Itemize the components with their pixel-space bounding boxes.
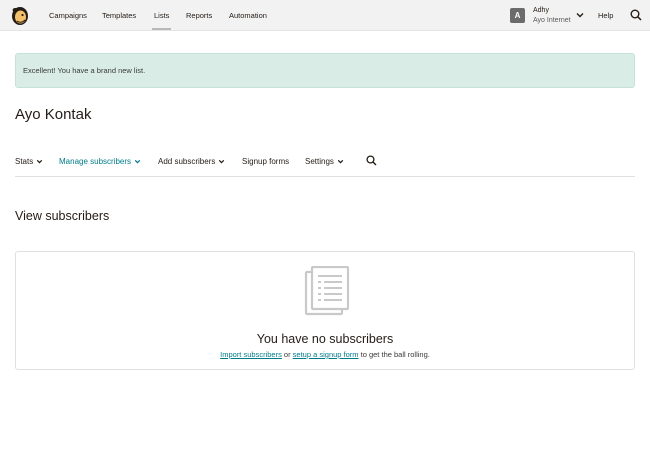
document-list-icon xyxy=(304,266,350,316)
subnav-manage-subscribers[interactable]: Manage subscribers xyxy=(59,157,141,166)
subnav-stats-label: Stats xyxy=(15,157,34,166)
chevron-down-icon xyxy=(219,160,225,164)
subnav-settings[interactable]: Settings xyxy=(305,157,344,166)
subnav-add-subscribers-label: Add subscribers xyxy=(158,157,216,166)
subnav-add-subscribers[interactable]: Add subscribers xyxy=(158,157,225,166)
empty-state-panel: You have no subscribers Import subscribe… xyxy=(15,251,635,370)
chevron-down-icon xyxy=(337,160,344,164)
nav-reports[interactable]: Reports xyxy=(186,0,212,31)
subnav-signup-forms[interactable]: Signup forms xyxy=(242,157,289,166)
user-organization[interactable]: Ayo Internet xyxy=(533,17,571,24)
setup-signup-form-link[interactable]: setup a signup form xyxy=(293,350,359,359)
subnav-signup-forms-label: Signup forms xyxy=(242,157,290,166)
alert-message: Excellent! You have a brand new list. xyxy=(23,66,146,75)
search-icon[interactable] xyxy=(366,155,377,166)
empty-state-message: Import subscribers or setup a signup for… xyxy=(16,350,634,359)
empty-state-tail: to get the ball rolling. xyxy=(358,350,430,359)
subnav-manage-subscribers-label: Manage subscribers xyxy=(59,157,132,166)
nav-lists[interactable]: Lists xyxy=(151,0,172,31)
subnav-settings-label: Settings xyxy=(305,157,334,166)
nav-templates[interactable]: Templates xyxy=(102,0,136,31)
import-subscribers-link[interactable]: Import subscribers xyxy=(220,350,282,359)
subnav-stats[interactable]: Stats xyxy=(15,157,43,166)
empty-state-or: or xyxy=(281,350,293,359)
section-title: View subscribers xyxy=(15,209,110,223)
mailchimp-logo[interactable] xyxy=(11,5,29,26)
top-navigation-bar: Campaigns Templates Lists Reports Automa… xyxy=(0,0,650,31)
user-name[interactable]: Adhy xyxy=(533,7,549,14)
nav-campaigns[interactable]: Campaigns xyxy=(49,0,87,31)
page-title: Ayo Kontak xyxy=(15,106,92,123)
search-icon[interactable] xyxy=(630,9,642,21)
chevron-down-icon[interactable] xyxy=(576,11,584,19)
success-alert: Excellent! You have a brand new list. xyxy=(15,53,635,88)
empty-state-title: You have no subscribers xyxy=(256,332,394,346)
avatar[interactable]: A xyxy=(510,8,525,23)
list-subnav: Stats Manage subscribers Add subscribers… xyxy=(15,152,635,177)
nav-automation[interactable]: Automation xyxy=(229,0,267,31)
chevron-down-icon xyxy=(37,160,43,164)
help-link[interactable]: Help xyxy=(598,0,613,31)
chevron-down-icon xyxy=(134,160,141,164)
